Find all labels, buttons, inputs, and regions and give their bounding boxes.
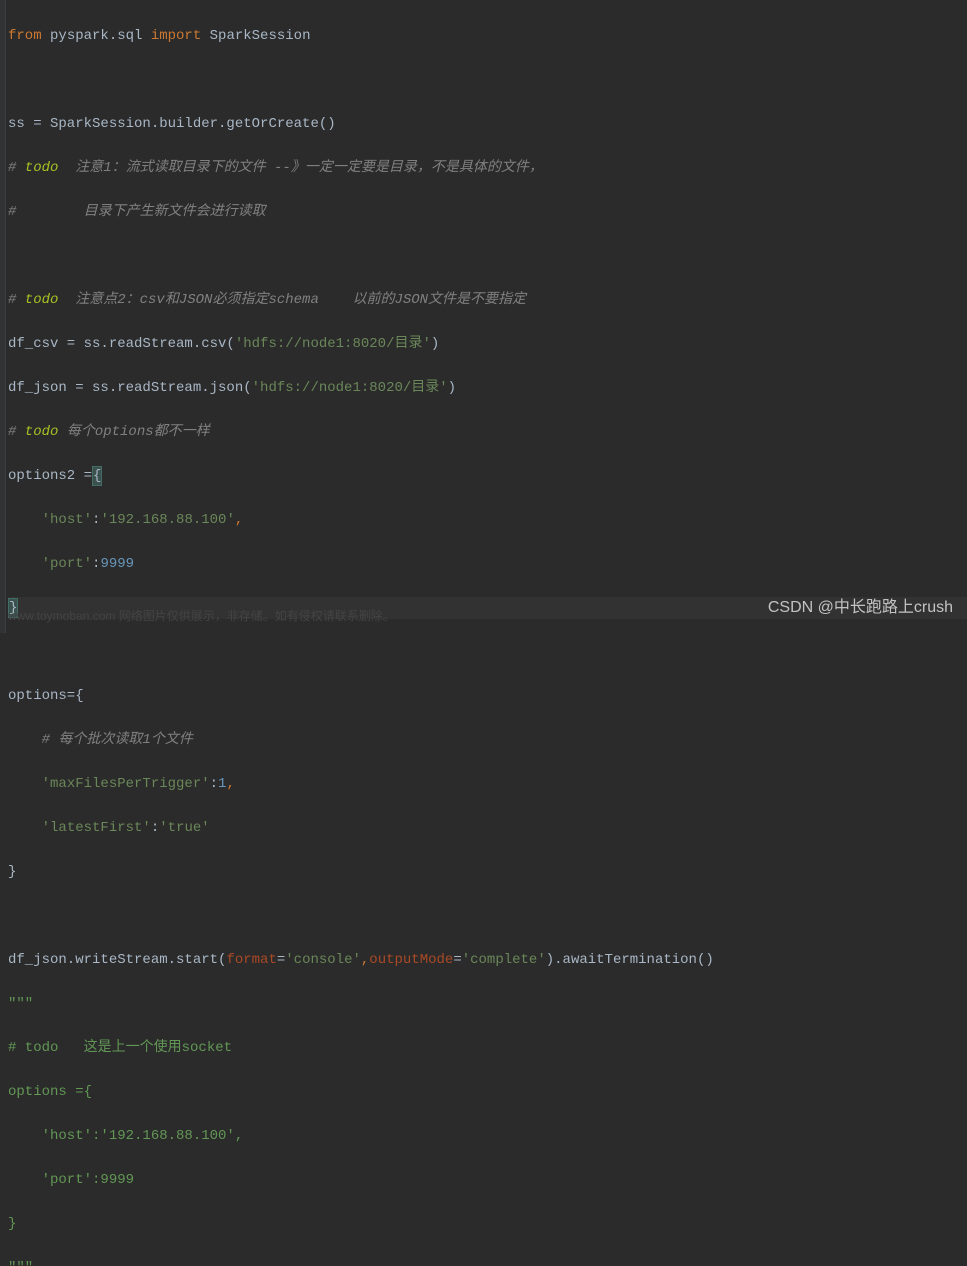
code-line (8, 69, 967, 91)
code-line (8, 641, 967, 663)
docstring-delim: """ (8, 996, 33, 1012)
number-literal: 9999 (100, 556, 134, 572)
code-line: # 目录下产生新文件会进行读取 (8, 201, 967, 223)
comment-hash: # (42, 732, 59, 748)
docstring-text: 'port':9999 (8, 1172, 134, 1188)
comment-text: 每个批次读取1个文件 (58, 732, 192, 748)
code-line: 'host':'192.168.88.100', (8, 509, 967, 531)
code-line: } (8, 1213, 967, 1235)
code-line: } (8, 861, 967, 883)
indent (8, 776, 42, 792)
keyword-import: import (151, 28, 201, 44)
code-line: options ={ (8, 1081, 967, 1103)
code-line: # 每个批次读取1个文件 (8, 729, 967, 751)
equals: = (453, 952, 461, 968)
comment-text: 目录下产生新文件会进行读取 (16, 204, 265, 220)
code-text: ) (431, 336, 439, 352)
code-text: options2 = (8, 468, 92, 484)
param-name: outputMode (369, 952, 453, 968)
string-literal: 'complete' (462, 952, 546, 968)
indent (8, 556, 42, 572)
string-literal: 'hdfs://node1:8020/目录' (235, 336, 431, 352)
code-line: 'port':9999 (8, 553, 967, 575)
indent (8, 820, 42, 836)
bracket-open: { (92, 466, 102, 486)
code-text: ).awaitTermination() (546, 952, 714, 968)
code-line: df_csv = ss.readStream.csv('hdfs://node1… (8, 333, 967, 355)
comma: , (226, 776, 234, 792)
indent (8, 512, 42, 528)
editor-gutter (0, 0, 6, 633)
code-text: df_json.writeStream.start( (8, 952, 226, 968)
todo-keyword: todo (16, 292, 66, 308)
number-literal: 1 (218, 776, 226, 792)
code-text: options={ (8, 688, 84, 704)
keyword-from: from (8, 28, 42, 44)
code-line: ss = SparkSession.builder.getOrCreate() (8, 113, 967, 135)
code-line: 'port':9999 (8, 1169, 967, 1191)
code-line: # todo 注意点2：csv和JSON必须指定schema 以前的JSON文件… (8, 289, 967, 311)
code-text: df_csv = ss.readStream.csv( (8, 336, 235, 352)
comma: , (361, 952, 369, 968)
code-line: 'latestFirst':'true' (8, 817, 967, 839)
class-name: SparkSession (201, 28, 310, 44)
param-name: format (226, 952, 276, 968)
code-text: df_json = ss.readStream.json( (8, 380, 252, 396)
docstring-text: # todo 这是上一个使用socket (8, 1040, 232, 1056)
code-line: options={ (8, 685, 967, 707)
code-line: 'host':'192.168.88.100', (8, 1125, 967, 1147)
code-line: """ (8, 1257, 967, 1266)
comment-text: 注意1：流式读取目录下的文件 --》一定一定要是目录，不是具体的文件， (67, 160, 543, 176)
module-name: pyspark.sql (42, 28, 151, 44)
code-text: ) (448, 380, 456, 396)
code-line: df_json.writeStream.start(format='consol… (8, 949, 967, 971)
colon: : (151, 820, 159, 836)
code-text: } (8, 864, 16, 880)
docstring-text: options ={ (8, 1084, 92, 1100)
todo-keyword: todo (16, 424, 58, 440)
docstring-delim: """ (8, 1260, 33, 1266)
watermark-text: CSDN @中长跑路上crush (768, 597, 953, 619)
comma: , (235, 512, 243, 528)
dict-key: 'host' (42, 512, 92, 528)
dict-value: '192.168.88.100' (100, 512, 234, 528)
todo-keyword: todo (16, 160, 66, 176)
comment-text: 每个options都不一样 (58, 424, 209, 440)
dict-key: 'port' (42, 556, 92, 572)
footer-disclaimer: www.toymoban.com 网络图片仅供展示，非存储。如有侵权请联系删除。 (8, 605, 395, 627)
code-line (8, 905, 967, 927)
dict-key: 'latestFirst' (42, 820, 151, 836)
indent (8, 732, 42, 748)
string-literal: 'true' (159, 820, 209, 836)
colon: : (210, 776, 218, 792)
code-line: 'maxFilesPerTrigger':1, (8, 773, 967, 795)
docstring-text: } (8, 1216, 16, 1232)
code-line: # todo 每个options都不一样 (8, 421, 967, 443)
string-literal: 'hdfs://node1:8020/目录' (252, 380, 448, 396)
code-line: from pyspark.sql import SparkSession (8, 25, 967, 47)
code-line: # todo 注意1：流式读取目录下的文件 --》一定一定要是目录，不是具体的文… (8, 157, 967, 179)
code-line (8, 245, 967, 267)
equals: = (277, 952, 285, 968)
code-line: options2 ={ (8, 465, 967, 487)
code-editor[interactable]: from pyspark.sql import SparkSession ss … (0, 0, 967, 1266)
code-line: df_json = ss.readStream.json('hdfs://nod… (8, 377, 967, 399)
code-line: """ (8, 993, 967, 1015)
comment-text: 注意点2：csv和JSON必须指定schema 以前的JSON文件是不要指定 (67, 292, 526, 308)
docstring-text: 'host':'192.168.88.100', (8, 1128, 243, 1144)
string-literal: 'console' (285, 952, 361, 968)
dict-key: 'maxFilesPerTrigger' (42, 776, 210, 792)
code-line: # todo 这是上一个使用socket (8, 1037, 967, 1059)
code-text: ss = SparkSession.builder.getOrCreate() (8, 116, 336, 132)
